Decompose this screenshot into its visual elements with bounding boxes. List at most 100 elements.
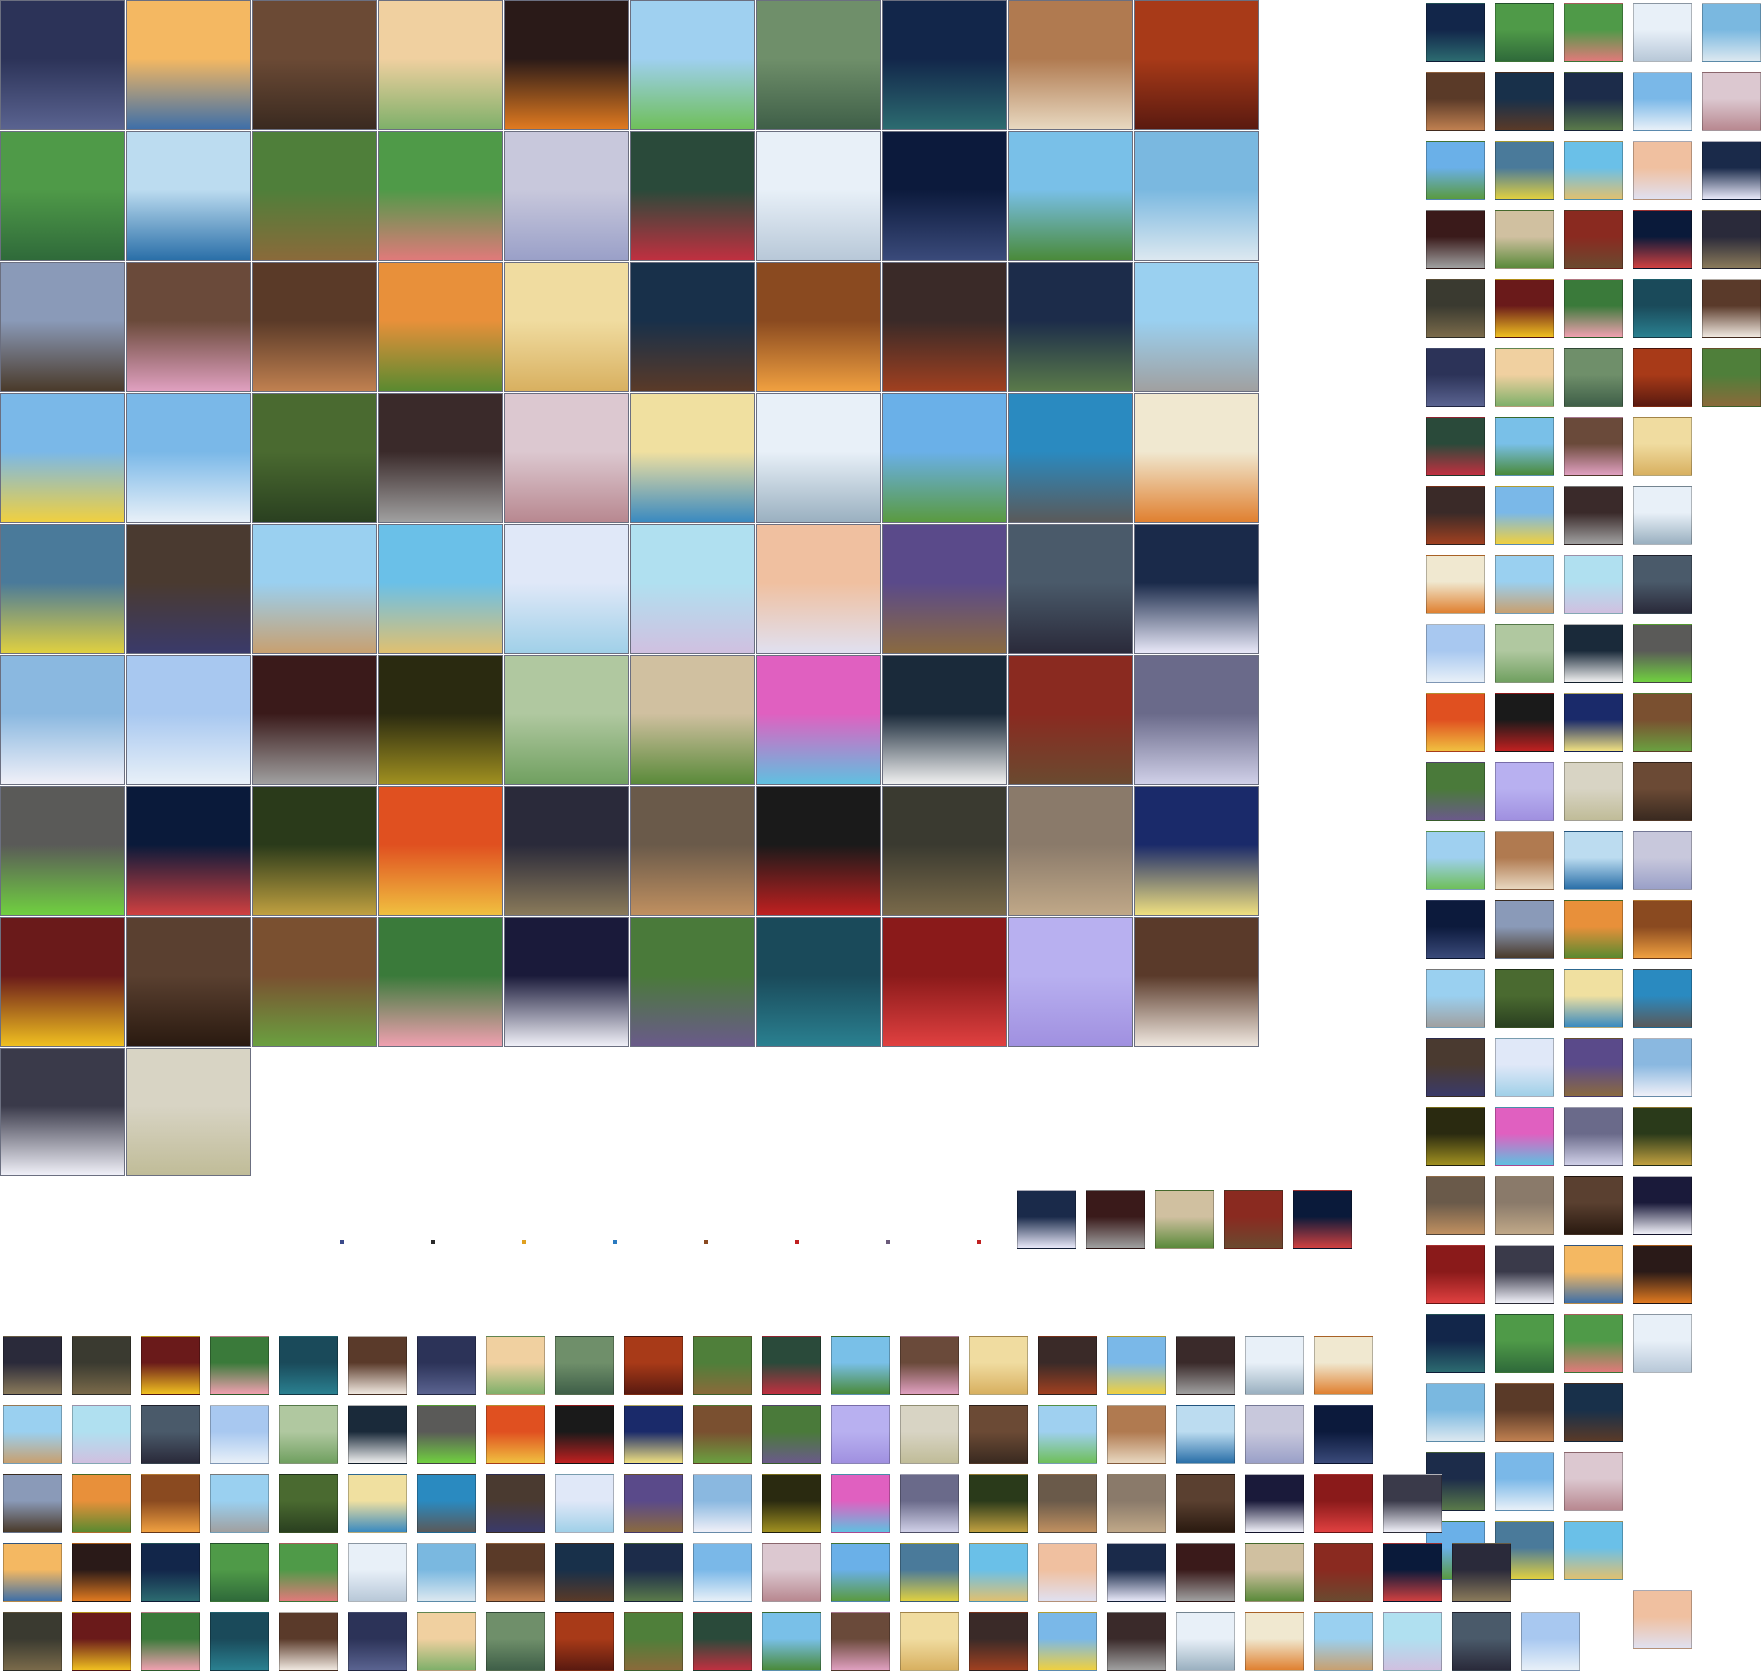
small-tile[interactable]	[1633, 693, 1692, 752]
tile-night-pond[interactable]	[882, 0, 1007, 130]
small-tile[interactable]	[1086, 1190, 1145, 1249]
small-tile[interactable]	[1426, 1107, 1485, 1166]
tile-stonehenge[interactable]	[882, 393, 1007, 523]
tile-pirate-dock[interactable]	[0, 262, 125, 392]
small-tile[interactable]	[1495, 900, 1554, 959]
small-tile[interactable]	[72, 1405, 131, 1464]
small-tile[interactable]	[1426, 1314, 1485, 1373]
tile-starry-night[interactable]	[1134, 786, 1259, 916]
small-tile[interactable]	[1564, 417, 1623, 476]
small-tile[interactable]	[3, 1336, 62, 1395]
small-tile[interactable]	[1633, 486, 1692, 545]
small-tile[interactable]	[210, 1405, 269, 1464]
small-tile[interactable]	[1633, 1038, 1692, 1097]
small-tile[interactable]	[1702, 348, 1761, 407]
tile-dark-hallway[interactable]	[378, 655, 503, 785]
small-tile[interactable]	[831, 1474, 890, 1533]
tile-blank-violet[interactable]	[1008, 917, 1133, 1047]
small-tile[interactable]	[348, 1474, 407, 1533]
small-tile[interactable]	[3, 1474, 62, 1533]
small-tile[interactable]	[72, 1474, 131, 1533]
small-tile[interactable]	[1426, 417, 1485, 476]
small-tile[interactable]	[1702, 279, 1761, 338]
small-tile[interactable]	[1564, 762, 1623, 821]
small-tile[interactable]	[555, 1405, 614, 1464]
small-tile[interactable]	[1495, 693, 1554, 752]
small-tile[interactable]	[279, 1405, 338, 1464]
small-tile[interactable]	[1495, 3, 1554, 62]
small-tile[interactable]	[279, 1543, 338, 1602]
small-tile[interactable]	[969, 1612, 1028, 1671]
small-tile[interactable]	[1495, 555, 1554, 614]
tile-bubbles[interactable]	[630, 524, 755, 654]
tile-fireworks[interactable]	[126, 786, 251, 916]
tile-tulip-field[interactable]	[378, 917, 503, 1047]
small-tile[interactable]	[969, 1543, 1028, 1602]
small-tile[interactable]	[1383, 1543, 1442, 1602]
small-tile[interactable]	[1495, 969, 1554, 1028]
small-tile[interactable]	[210, 1336, 269, 1395]
small-tile[interactable]	[1633, 1245, 1692, 1304]
small-tile[interactable]	[1426, 72, 1485, 131]
small-tile[interactable]	[1426, 141, 1485, 200]
tile-pagoda-path[interactable]	[378, 0, 503, 130]
tile-pastel-sky[interactable]	[756, 524, 881, 654]
small-tile[interactable]	[900, 1474, 959, 1533]
small-tile[interactable]	[1038, 1543, 1097, 1602]
small-tile[interactable]	[1564, 210, 1623, 269]
tile-lava-cave[interactable]	[1134, 0, 1259, 130]
small-tile[interactable]	[1564, 279, 1623, 338]
small-tile[interactable]	[1155, 1190, 1214, 1249]
tile-fireworks-snow[interactable]	[1134, 524, 1259, 654]
tile-night-mountains[interactable]	[0, 0, 125, 130]
small-tile[interactable]	[1107, 1405, 1166, 1464]
small-tile[interactable]	[1107, 1474, 1166, 1533]
small-tile[interactable]	[1633, 624, 1692, 683]
small-tile[interactable]	[1176, 1336, 1235, 1395]
small-tile[interactable]	[1314, 1612, 1373, 1671]
small-tile[interactable]	[969, 1474, 1028, 1533]
small-tile[interactable]	[141, 1405, 200, 1464]
small-tile[interactable]	[1176, 1612, 1235, 1671]
tile-dead-marsh[interactable]	[882, 786, 1007, 916]
tile-golden-sunset[interactable]	[378, 786, 503, 916]
small-tile[interactable]	[831, 1336, 890, 1395]
small-tile[interactable]	[693, 1405, 752, 1464]
tile-treasure-cove[interactable]	[252, 786, 377, 916]
tile-shopkeeper[interactable]	[1008, 0, 1133, 130]
small-tile[interactable]	[1495, 762, 1554, 821]
small-tile[interactable]	[1702, 3, 1761, 62]
small-tile[interactable]	[141, 1336, 200, 1395]
tile-lightning-storm[interactable]	[1008, 262, 1133, 392]
small-tile[interactable]	[1107, 1336, 1166, 1395]
small-tile[interactable]	[1107, 1612, 1166, 1671]
tile-sunset-ocean[interactable]	[126, 0, 251, 130]
small-tile[interactable]	[900, 1612, 959, 1671]
tile-rainbow-gold[interactable]	[0, 393, 125, 523]
small-tile[interactable]	[1245, 1474, 1304, 1533]
tile-workshop[interactable]	[1008, 655, 1133, 785]
tile-dragon-hoard[interactable]	[0, 917, 125, 1047]
small-tile[interactable]	[1426, 831, 1485, 890]
tile-flower-meadow[interactable]	[630, 0, 755, 130]
small-tile[interactable]	[1426, 279, 1485, 338]
small-tile[interactable]	[1495, 348, 1554, 407]
small-tile[interactable]	[1564, 1521, 1623, 1580]
tile-waterfall[interactable]	[1134, 131, 1259, 261]
small-tile[interactable]	[1564, 831, 1623, 890]
small-tile[interactable]	[555, 1474, 614, 1533]
tile-sandcastle[interactable]	[630, 393, 755, 523]
tile-spring-rain[interactable]	[504, 655, 629, 785]
tile-ocean-whirlpool[interactable]	[126, 131, 251, 261]
small-tile[interactable]	[1038, 1474, 1097, 1533]
small-tile[interactable]	[1564, 555, 1623, 614]
tile-fireplace-room[interactable]	[756, 262, 881, 392]
small-tile[interactable]	[1633, 1314, 1692, 1373]
small-tile[interactable]	[3, 1405, 62, 1464]
small-tile[interactable]	[1633, 417, 1692, 476]
small-tile[interactable]	[1426, 1038, 1485, 1097]
small-tile[interactable]	[1426, 624, 1485, 683]
small-tile[interactable]	[486, 1543, 545, 1602]
small-tile[interactable]	[279, 1336, 338, 1395]
tile-pumpkin-night[interactable]	[504, 0, 629, 130]
